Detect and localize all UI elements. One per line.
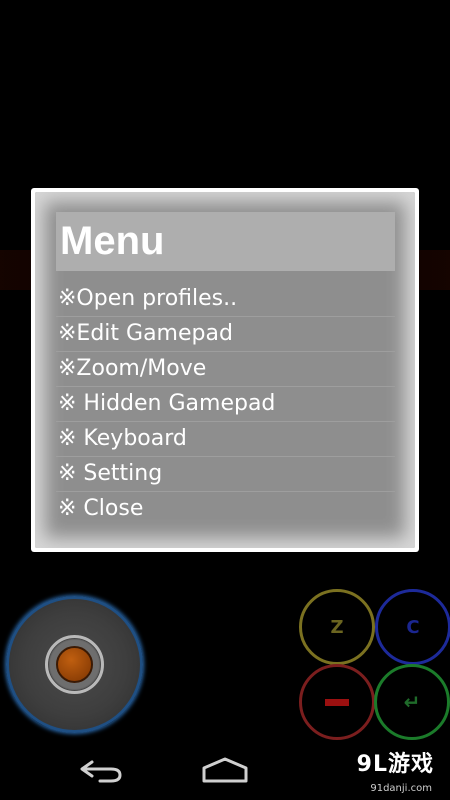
menu-list: ※Open profiles.. ※Edit Gamepad ※Zoom/Mov… bbox=[56, 282, 395, 527]
c-button[interactable]: C bbox=[375, 589, 450, 665]
back-icon[interactable] bbox=[78, 756, 124, 784]
menu-item-hidden-gamepad[interactable]: ※ Hidden Gamepad bbox=[56, 387, 395, 422]
z-button[interactable]: Z bbox=[299, 589, 375, 665]
menu-item-edit-gamepad[interactable]: ※Edit Gamepad bbox=[56, 317, 395, 352]
menu-item-open-profiles[interactable]: ※Open profiles.. bbox=[56, 282, 395, 317]
joystick-knob-core bbox=[56, 646, 93, 683]
menu-item-setting[interactable]: ※ Setting bbox=[56, 457, 395, 492]
c-button-label: C bbox=[406, 616, 420, 638]
menu-dialog: Menu ※Open profiles.. ※Edit Gamepad ※Zoo… bbox=[31, 188, 419, 552]
enter-button[interactable]: ↵ bbox=[374, 664, 450, 740]
menu-title: Menu bbox=[56, 212, 395, 271]
virtual-joystick[interactable] bbox=[6, 596, 143, 733]
menu-dialog-body: Menu ※Open profiles.. ※Edit Gamepad ※Zoo… bbox=[35, 192, 415, 548]
home-icon[interactable] bbox=[201, 756, 249, 784]
joystick-knob[interactable] bbox=[45, 635, 104, 694]
menu-item-close[interactable]: ※ Close bbox=[56, 492, 395, 527]
menu-item-zoom-move[interactable]: ※Zoom/Move bbox=[56, 352, 395, 387]
z-button-label: Z bbox=[330, 616, 344, 638]
minus-icon bbox=[325, 698, 349, 706]
minus-button[interactable] bbox=[299, 664, 375, 740]
watermark-brand: 9L游戏 bbox=[356, 752, 434, 777]
enter-icon: ↵ bbox=[403, 690, 421, 714]
watermark-url: 91danji.com bbox=[370, 783, 432, 794]
menu-item-keyboard[interactable]: ※ Keyboard bbox=[56, 422, 395, 457]
game-screen: Menu ※Open profiles.. ※Edit Gamepad ※Zoo… bbox=[0, 0, 450, 800]
